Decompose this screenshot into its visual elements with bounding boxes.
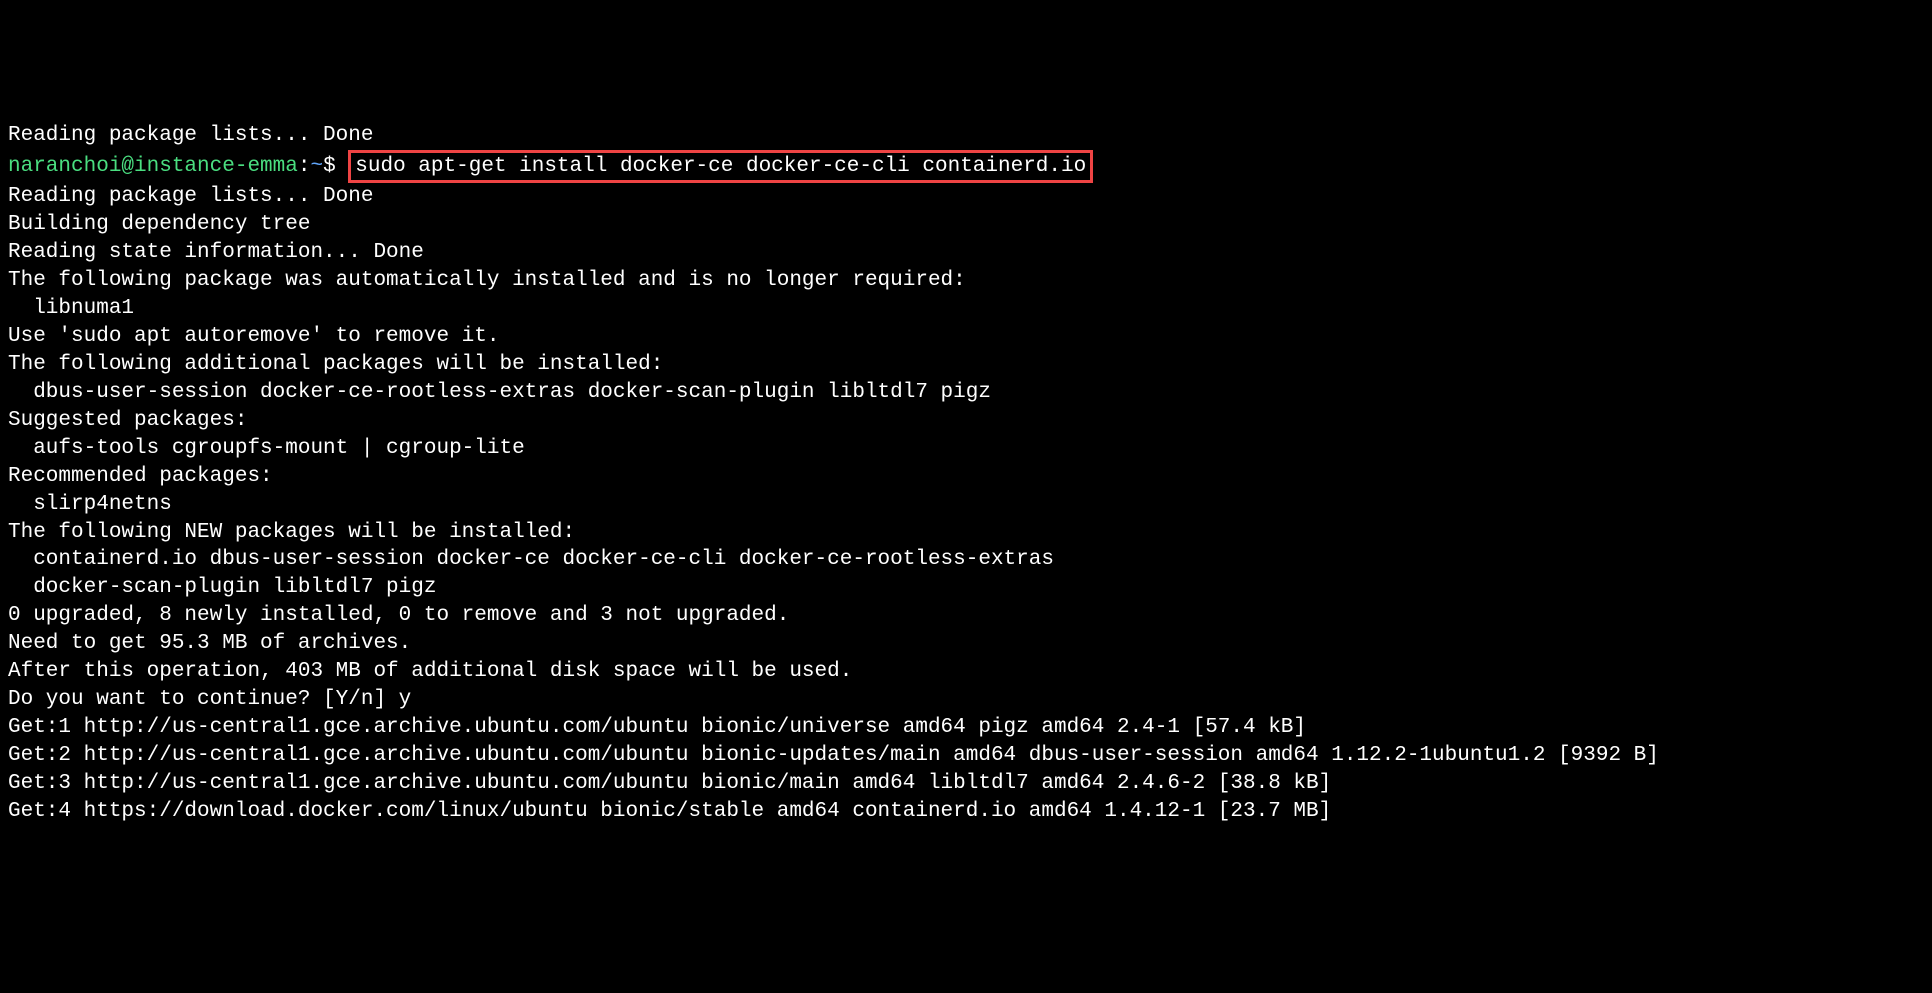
output-line-9: aufs-tools cgroupfs-mount | cgroup-lite <box>8 435 1924 463</box>
output-line-7: dbus-user-session docker-ce-rootless-ext… <box>8 379 1924 407</box>
output-line-11: slirp4netns <box>8 491 1924 519</box>
output-line-6: The following additional packages will b… <box>8 351 1924 379</box>
output-line-18: Do you want to continue? [Y/n] y <box>8 686 1924 714</box>
output-line-1: Building dependency tree <box>8 211 1924 239</box>
prompt-path: ~ <box>310 155 323 178</box>
output-line-2: Reading state information... Done <box>8 239 1924 267</box>
output-line-13: containerd.io dbus-user-session docker-c… <box>8 546 1924 574</box>
output-line-5: Use 'sudo apt autoremove' to remove it. <box>8 323 1924 351</box>
output-line-10: Recommended packages: <box>8 463 1924 491</box>
output-line-0: Reading package lists... Done <box>8 183 1924 211</box>
output-line-15: 0 upgraded, 8 newly installed, 0 to remo… <box>8 602 1924 630</box>
output-line-8: Suggested packages: <box>8 407 1924 435</box>
prompt-colon: : <box>298 155 311 178</box>
output-line-20: Get:2 http://us-central1.gce.archive.ubu… <box>8 742 1924 770</box>
output-line-4: libnuma1 <box>8 295 1924 323</box>
output-line-22: Get:4 https://download.docker.com/linux/… <box>8 798 1924 826</box>
output-line-14: docker-scan-plugin libltdl7 pigz <box>8 574 1924 602</box>
cutoff-previous-line: Reading package lists... Done <box>8 122 1924 150</box>
prompt-user-host: naranchoi@instance-emma <box>8 155 298 178</box>
output-line-16: Need to get 95.3 MB of archives. <box>8 630 1924 658</box>
terminal-window[interactable]: Reading package lists... Donenaranchoi@i… <box>0 112 1932 854</box>
prompt-line: naranchoi@instance-emma:~$ sudo apt-get … <box>8 150 1924 184</box>
output-line-17: After this operation, 403 MB of addition… <box>8 658 1924 686</box>
output-line-21: Get:3 http://us-central1.gce.archive.ubu… <box>8 770 1924 798</box>
output-line-3: The following package was automatically … <box>8 267 1924 295</box>
prompt-dollar: $ <box>323 155 348 178</box>
output-line-19: Get:1 http://us-central1.gce.archive.ubu… <box>8 714 1924 742</box>
output-line-12: The following NEW packages will be insta… <box>8 519 1924 547</box>
highlighted-command: sudo apt-get install docker-ce docker-ce… <box>348 150 1093 184</box>
